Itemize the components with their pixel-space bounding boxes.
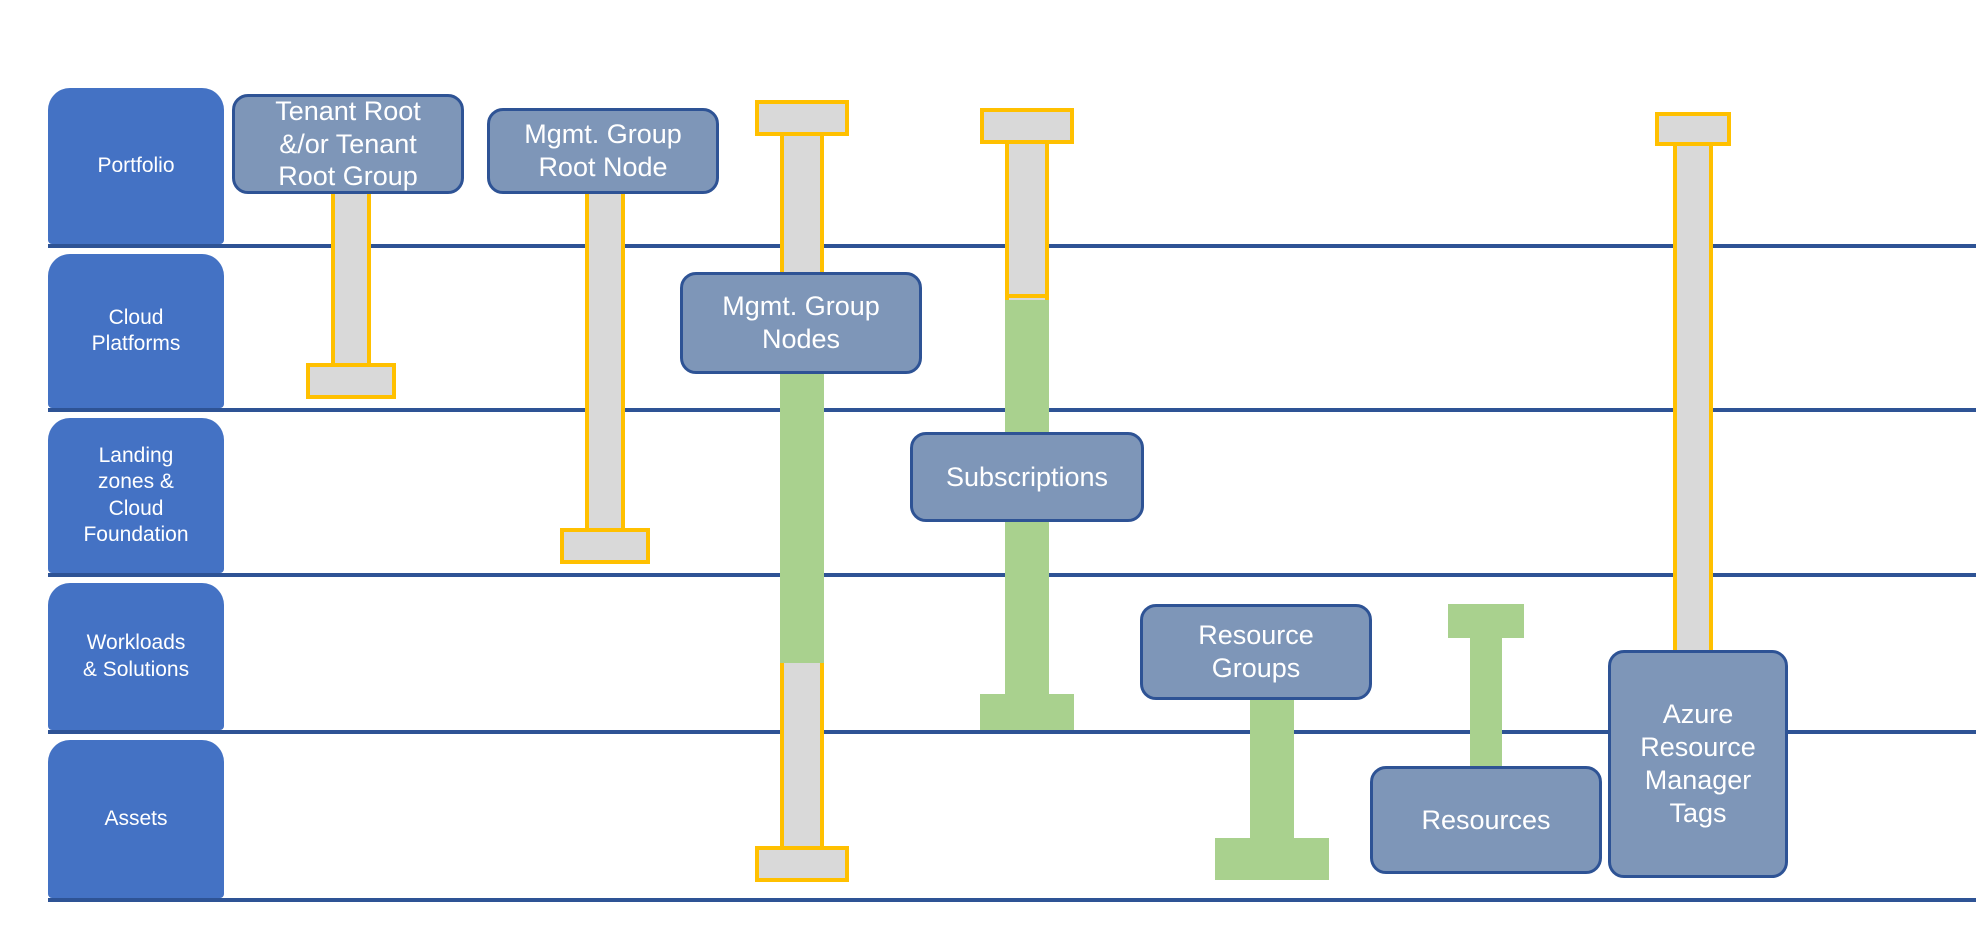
- scope-bar-arm-tags-stem: [1673, 140, 1713, 656]
- node-label-resources: Resources: [1421, 804, 1551, 835]
- node-label-resource-groups: Resource Groups: [1198, 620, 1314, 683]
- node-subscriptions[interactable]: Subscriptions: [910, 432, 1144, 522]
- node-arm-tags[interactable]: Azure Resource Manager Tags: [1608, 650, 1788, 878]
- scope-bar-resources-stem: [1470, 632, 1502, 772]
- scope-bar-subscriptions-upper-stem: [1005, 140, 1049, 300]
- stage-label-assets: Assets: [104, 806, 168, 830]
- scope-bar-mgmt-nodes-upper-stem: [780, 132, 824, 272]
- scope-bar-subscriptions-upper-stem-close: [1005, 294, 1049, 300]
- scope-bar-resource-groups-foot: [1215, 838, 1329, 880]
- scope-bar-mgmt-root-foot: [560, 528, 650, 564]
- stage-workloads[interactable]: Workloads & Solutions: [48, 583, 224, 730]
- stage-label-landing-zones: Landing zones & Cloud Foundation: [83, 444, 189, 546]
- stage-label-cloud-platforms: Cloud Platforms: [91, 305, 181, 355]
- scope-bar-arm-tags-head: [1655, 112, 1731, 146]
- row-separator-assets: [48, 898, 1976, 902]
- diagram-canvas: Portfolio Cloud Platforms Landing zones …: [0, 0, 1976, 928]
- scope-bar-subscriptions-head: [980, 108, 1074, 144]
- stage-landing-zones[interactable]: Landing zones & Cloud Foundation: [48, 418, 224, 573]
- node-mgmt-group-nodes[interactable]: Mgmt. Group Nodes: [680, 272, 922, 374]
- stage-portfolio[interactable]: Portfolio: [48, 88, 224, 244]
- node-resources[interactable]: Resources: [1370, 766, 1602, 874]
- stage-assets[interactable]: Assets: [48, 740, 224, 898]
- scope-bar-mgmt-nodes-head: [755, 100, 849, 136]
- node-label-subscriptions: Subscriptions: [945, 461, 1109, 492]
- scope-bar-tenant-root-foot: [306, 363, 396, 399]
- stage-label-workloads: Workloads & Solutions: [82, 631, 190, 681]
- node-label-mgmt-group-nodes: Mgmt. Group Nodes: [722, 291, 880, 354]
- scope-bar-mgmt-nodes-foot: [755, 846, 849, 882]
- scope-bar-tenant-root-stem: [331, 170, 371, 370]
- scope-bar-mgmt-root-stem: [585, 170, 625, 540]
- node-resource-groups[interactable]: Resource Groups: [1140, 604, 1372, 700]
- scope-bar-mgmt-nodes-lower-stem: [780, 663, 824, 858]
- node-tenant-root[interactable]: Tenant Root &/or Tenant Root Group: [232, 94, 464, 194]
- node-label-mgmt-group-root: Mgmt. Group Root Node: [524, 119, 682, 182]
- node-label-tenant-root: Tenant Root &/or Tenant Root Group: [275, 95, 421, 192]
- node-label-arm-tags: Azure Resource Manager Tags: [1640, 699, 1756, 828]
- stage-cloud-platforms[interactable]: Cloud Platforms: [48, 254, 224, 408]
- scope-bar-subscriptions-foot: [980, 694, 1074, 730]
- node-mgmt-group-root[interactable]: Mgmt. Group Root Node: [487, 108, 719, 194]
- stage-label-portfolio: Portfolio: [97, 153, 175, 177]
